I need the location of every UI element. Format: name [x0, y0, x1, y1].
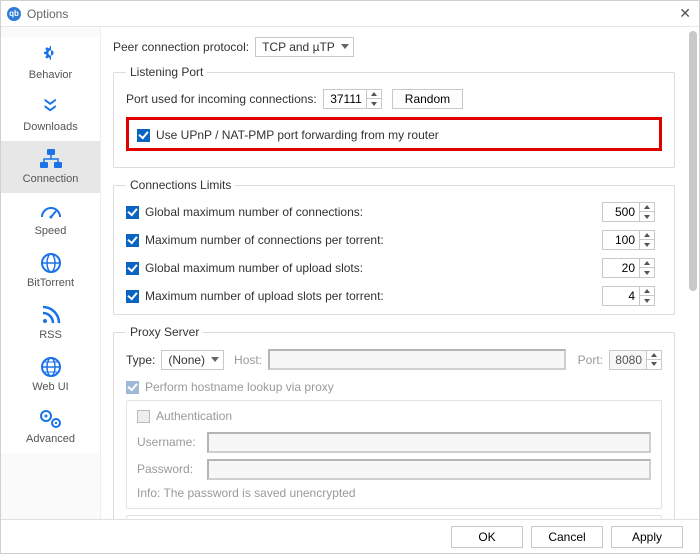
- protocol-label: Peer connection protocol:: [113, 40, 249, 54]
- username-input: [207, 432, 651, 453]
- limit-slots-per-torrent-spinner[interactable]: [602, 286, 662, 306]
- main-panel: Peer connection protocol: TCP and µTP Li…: [101, 27, 699, 519]
- scroll-thumb[interactable]: [689, 31, 697, 291]
- sidebar-item-label: Speed: [35, 225, 67, 237]
- sidebar-item-label: BitTorrent: [27, 277, 74, 289]
- connections-limits-group: Connections Limits Global maximum number…: [113, 178, 675, 315]
- gauge-icon: [37, 199, 65, 223]
- spin-up-icon[interactable]: [367, 90, 381, 99]
- options-window: qb Options ✕ Behavior Downloads Connecti…: [0, 0, 700, 554]
- sidebar-item-advanced[interactable]: Advanced: [1, 401, 100, 453]
- password-label: Password:: [137, 462, 201, 476]
- ok-button[interactable]: OK: [451, 526, 523, 548]
- globe-icon: [37, 355, 65, 379]
- sidebar-item-label: RSS: [39, 329, 62, 341]
- password-info: Info: The password is saved unencrypted: [137, 486, 651, 500]
- listening-port-group: Listening Port Port used for incoming co…: [113, 65, 675, 168]
- vertical-scrollbar[interactable]: [688, 31, 698, 515]
- globe-icon: [37, 251, 65, 275]
- limit-slots-per-torrent-checkbox[interactable]: Maximum number of upload slots per torre…: [126, 289, 582, 303]
- username-label: Username:: [137, 435, 201, 449]
- gears-icon: [37, 407, 65, 431]
- limit-global-slots-checkbox[interactable]: Global maximum number of upload slots:: [126, 261, 582, 275]
- upnp-highlight: Use UPnP / NAT-PMP port forwarding from …: [126, 117, 662, 151]
- port-spinner[interactable]: [323, 89, 382, 109]
- window-title: Options: [27, 7, 68, 21]
- sidebar-item-behavior[interactable]: Behavior: [1, 37, 100, 89]
- protocol-select[interactable]: TCP and µTP: [255, 37, 354, 57]
- sidebar-item-rss[interactable]: RSS: [1, 297, 100, 349]
- upnp-label: Use UPnP / NAT-PMP port forwarding from …: [156, 128, 439, 142]
- random-button[interactable]: Random: [392, 89, 463, 109]
- port-label: Port used for incoming connections:: [126, 92, 317, 106]
- download-icon: [37, 95, 65, 119]
- port-input[interactable]: [323, 89, 367, 109]
- listening-legend: Listening Port: [126, 65, 207, 79]
- sidebar-item-label: Advanced: [26, 433, 75, 445]
- limit-conn-per-torrent-checkbox[interactable]: Maximum number of connections per torren…: [126, 233, 582, 247]
- limit-global-slots-spinner[interactable]: [602, 258, 662, 278]
- limits-legend: Connections Limits: [126, 178, 235, 192]
- proxy-legend: Proxy Server: [126, 325, 203, 339]
- proxy-server-group: Proxy Server Type: (None) Host: P: [113, 325, 675, 519]
- auth-subgroup: Authentication Username: Password: Info:…: [126, 400, 662, 509]
- password-input: [207, 459, 651, 480]
- limit-global-conn-spinner[interactable]: [602, 202, 662, 222]
- gear-icon: [37, 43, 65, 67]
- upnp-checkbox[interactable]: Use UPnP / NAT-PMP port forwarding from …: [137, 128, 439, 142]
- titlebar: qb Options ✕: [1, 1, 699, 27]
- apply-button[interactable]: Apply: [611, 526, 683, 548]
- close-icon[interactable]: ✕: [679, 5, 691, 22]
- proxy-type-select[interactable]: (None): [161, 350, 224, 370]
- proxy-port-label: Port:: [578, 353, 603, 367]
- dialog-footer: OK Cancel Apply: [1, 519, 699, 553]
- sidebar: Behavior Downloads Connection Speed BitT…: [1, 27, 101, 519]
- use-bt-subgroup: Use proxy for BitTorrent purposes Use pr…: [126, 515, 662, 520]
- app-icon: qb: [7, 7, 21, 21]
- limit-global-conn-checkbox[interactable]: Global maximum number of connections:: [126, 205, 582, 219]
- sidebar-item-bittorrent[interactable]: BitTorrent: [1, 245, 100, 297]
- hostname-lookup-checkbox: Perform hostname lookup via proxy: [126, 380, 334, 394]
- network-icon: [37, 147, 65, 171]
- sidebar-item-downloads[interactable]: Downloads: [1, 89, 100, 141]
- chevron-down-icon: [341, 44, 349, 49]
- cancel-button[interactable]: Cancel: [531, 526, 603, 548]
- rss-icon: [37, 303, 65, 327]
- sidebar-item-label: Behavior: [29, 69, 72, 81]
- proxy-host-input: [268, 349, 566, 370]
- limit-conn-per-torrent-spinner[interactable]: [602, 230, 662, 250]
- sidebar-item-label: Web UI: [32, 381, 68, 393]
- proxy-host-label: Host:: [234, 353, 262, 367]
- spin-down-icon[interactable]: [367, 99, 381, 108]
- proxy-type-label: Type:: [126, 353, 155, 367]
- sidebar-item-label: Downloads: [23, 121, 77, 133]
- proxy-port-spinner: [609, 350, 662, 370]
- sidebar-item-speed[interactable]: Speed: [1, 193, 100, 245]
- protocol-value: TCP and µTP: [262, 40, 335, 54]
- sidebar-item-connection[interactable]: Connection: [1, 141, 100, 193]
- auth-checkbox: Authentication: [137, 409, 232, 423]
- chevron-down-icon: [211, 357, 219, 362]
- sidebar-item-label: Connection: [23, 173, 79, 185]
- sidebar-item-webui[interactable]: Web UI: [1, 349, 100, 401]
